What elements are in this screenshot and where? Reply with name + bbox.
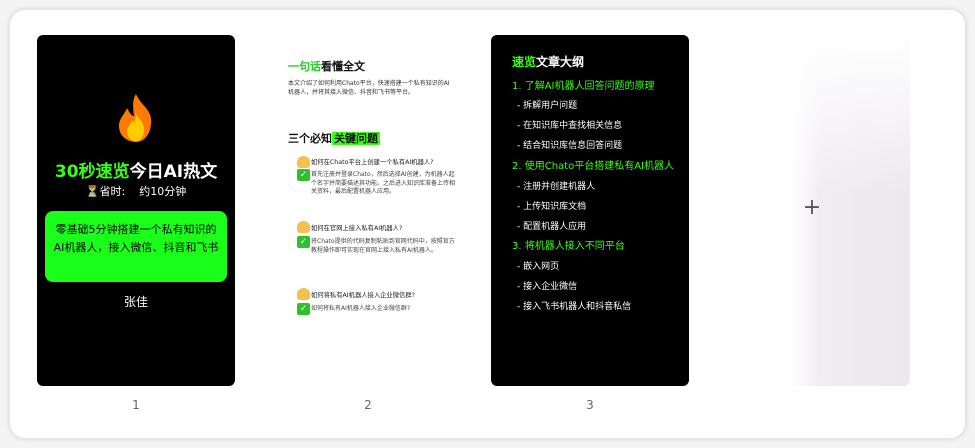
card1-author: 张佳	[123, 295, 148, 309]
check-icon: ✓	[297, 169, 310, 181]
add-page-card[interactable]: +	[712, 35, 910, 386]
outline-item: - 接入飞书机器人和抖音私信	[517, 302, 632, 312]
card1-title-green: 30秒速览	[54, 162, 130, 182]
outline-item: - 上传知识库文档	[517, 202, 587, 212]
page-number-3: 3	[586, 398, 594, 412]
outline-item: - 结合知识库信息回答问题	[517, 141, 623, 151]
card1-time: ⏳省时: 约10分钟	[37, 183, 235, 199]
card-fade	[712, 35, 910, 195]
heading1-green: 一句话	[288, 60, 321, 73]
person-icon	[297, 156, 310, 168]
heading2-highlight: 关键问题	[332, 132, 380, 145]
page-number-1: 1	[132, 398, 140, 412]
person-icon	[297, 221, 310, 233]
question-1: 如何在Chato平台上创建一个私有AI机器人?	[311, 159, 434, 166]
card3-title-green: 速览	[512, 55, 537, 69]
outline-item: - 嵌入网页	[517, 262, 560, 272]
question-2: 如何在官网上接入私有AI机器人?	[311, 225, 403, 232]
outline-section-1: 1. 了解AI机器人回答问题的原理	[512, 81, 655, 92]
check-icon: ✓	[297, 303, 310, 315]
outline-item: - 在知识库中查找相关信息	[517, 121, 623, 131]
answer-2: 将Chato提供的代码复制粘贴到官网代码中，按照官方教程操作即可实现在官网上接入…	[311, 238, 455, 254]
outline-item: - 拆解用户问题	[517, 101, 578, 111]
answer-3: 如何将私有AI机器人接入企业微信群?	[311, 305, 411, 312]
answer-1: 首先注册并登录Chato，然后选择AI创建，为机器人起个名字并简要描述其功能。之…	[311, 171, 456, 195]
card1-title: 30秒速览今日AI热文	[37, 157, 235, 182]
card1-summary-box: 零基础5分钟搭建一个私有知识的AI机器人，接入微信、抖音和飞书	[45, 211, 227, 282]
outline-section-2: 2. 使用Chato平台搭建私有AI机器人	[512, 161, 674, 172]
heading1-rest: 看懂全文	[321, 60, 365, 73]
outline-item: - 配置机器人应用	[517, 222, 587, 232]
page-card-3[interactable]: 速览文章大纲 1. 了解AI机器人回答问题的原理 - 拆解用户问题 - 在知识库…	[491, 35, 689, 386]
card3-title: 速览文章大纲	[512, 53, 584, 70]
card3-title-white: 文章大纲	[536, 55, 585, 69]
page-number-2: 2	[364, 398, 372, 412]
fire-icon	[119, 94, 152, 142]
person-icon	[297, 288, 310, 300]
time-value: 约10分钟	[139, 185, 187, 198]
outline-section-3: 3. 将机器人接入不同平台	[512, 241, 625, 252]
outline-item: - 接入企业微信	[517, 282, 578, 292]
page-card-1[interactable]: 30秒速览今日AI热文 ⏳省时: 约10分钟 零基础5分钟搭建一个私有知识的AI机…	[37, 35, 235, 386]
card2-heading-2: 三个必知 关键问题	[288, 130, 380, 146]
question-3: 如何将私有AI机器人接入企业微信群?	[311, 292, 415, 299]
heading2-pre: 三个必知	[288, 132, 332, 145]
outline-item: - 注册并创建机器人	[517, 182, 596, 192]
check-icon: ✓	[297, 236, 310, 248]
card1-title-white: 今日AI热文	[129, 162, 218, 182]
time-label: ⏳省时:	[85, 185, 126, 198]
plus-icon[interactable]: +	[802, 197, 822, 219]
card2-summary: 本文介绍了如何利用Chato平台，快速搭建一个私有知识的AI机器人，并将其接入微…	[288, 80, 450, 96]
page-card-2[interactable]: 一句话看懂全文 本文介绍了如何利用Chato平台，快速搭建一个私有知识的AI机器…	[269, 35, 467, 386]
card2-heading-1: 一句话看懂全文	[288, 58, 365, 74]
